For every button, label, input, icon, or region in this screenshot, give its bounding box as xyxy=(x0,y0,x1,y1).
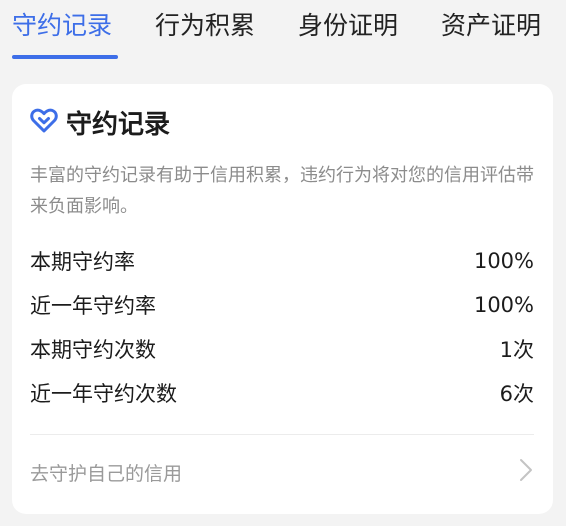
active-tab-indicator xyxy=(12,55,118,59)
stat-value: 100% xyxy=(473,293,534,317)
tab-behavior-accumulation[interactable]: 行为积累 xyxy=(155,8,255,44)
card-header: 守约记录 xyxy=(30,104,170,140)
stat-value: 100% xyxy=(473,249,534,273)
stat-label: 本期守约次数 xyxy=(30,338,156,362)
stat-row-year-count: 近一年守约次数 6次 xyxy=(30,377,534,409)
card-title: 守约记录 xyxy=(66,109,171,140)
stat-row-current-count: 本期守约次数 1次 xyxy=(30,333,534,365)
stat-label: 近一年守约率 xyxy=(30,294,156,318)
card-description: 丰富的守约记录有助于信用积累，违约行为将对您的信用评估带来负面影响。 xyxy=(30,165,534,217)
stat-label: 近一年守约次数 xyxy=(30,382,177,406)
tab-bar: 守约记录 行为积累 身份证明 资产证明 xyxy=(0,0,566,66)
tab-identity-proof[interactable]: 身份证明 xyxy=(298,8,398,44)
divider xyxy=(30,434,534,435)
stat-value: 1次 xyxy=(499,338,534,362)
heart-shield-icon xyxy=(30,106,66,138)
stat-row-year-rate: 近一年守约率 100% xyxy=(30,289,534,321)
protect-credit-label: 去守护自己的信用 xyxy=(30,462,183,485)
chevron-right-icon xyxy=(518,456,534,488)
tab-asset-proof[interactable]: 资产证明 xyxy=(441,8,541,44)
stat-row-current-rate: 本期守约率 100% xyxy=(30,245,534,277)
protect-credit-link[interactable]: 去守护自己的信用 xyxy=(30,454,534,490)
contract-record-card: 守约记录 丰富的守约记录有助于信用积累，违约行为将对您的信用评估带来负面影响。 … xyxy=(12,84,553,514)
stat-value: 6次 xyxy=(499,382,534,406)
tab-contract-record[interactable]: 守约记录 xyxy=(12,8,112,44)
stat-label: 本期守约率 xyxy=(30,250,135,274)
